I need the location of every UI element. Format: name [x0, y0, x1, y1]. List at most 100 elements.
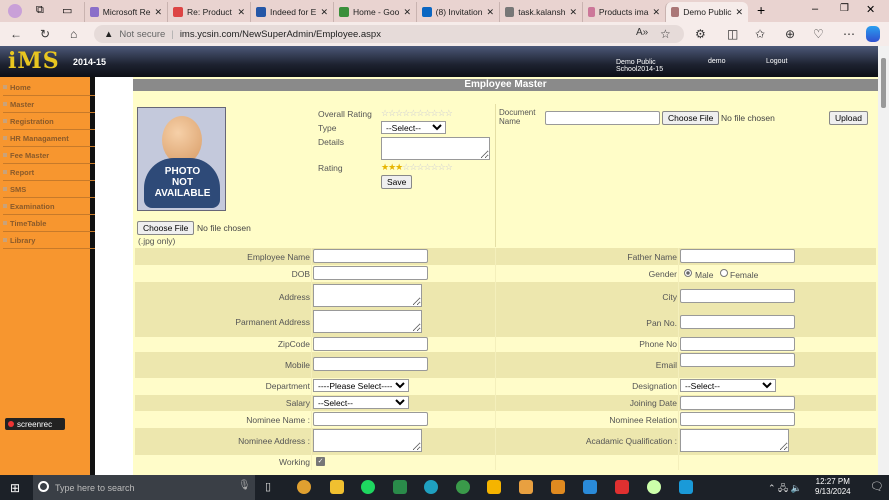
windows-start-icon[interactable]: ⊞ [10, 481, 20, 495]
new-tab-button[interactable]: + [757, 2, 765, 18]
scrollbar-thumb[interactable] [881, 58, 886, 108]
extensions-icon[interactable]: ⚙ [695, 27, 706, 41]
department-select[interactable]: ----Please Select---- [313, 379, 409, 392]
star-empty-icon[interactable]: ☆ [445, 108, 453, 118]
browser-tab[interactable]: task.kalansh ✕ [499, 2, 582, 22]
sidebar-item-report[interactable]: Report [3, 164, 95, 181]
tab-actions-icon[interactable]: ▭ [62, 4, 72, 17]
close-tab-icon[interactable]: ✕ [735, 7, 743, 18]
star-empty-icon[interactable]: ☆ [438, 162, 446, 172]
type-select[interactable]: --Select-- [381, 121, 446, 134]
document-name-input[interactable] [545, 111, 660, 125]
gender-female-radio[interactable] [720, 269, 728, 277]
close-tab-icon[interactable]: ✕ [486, 7, 494, 18]
star-empty-icon[interactable]: ☆ [438, 108, 446, 118]
chrome-profile-icon[interactable] [647, 480, 661, 494]
upload-button[interactable]: Upload [829, 111, 868, 125]
employee-name-input[interactable] [313, 249, 428, 263]
microphone-icon[interactable]: 🎙 [238, 480, 251, 491]
browser-tab[interactable]: Products ima ✕ [582, 2, 665, 22]
performance-icon[interactable]: ♡ [813, 27, 824, 41]
designation-select[interactable]: --Select-- [680, 379, 776, 392]
notifications-icon[interactable]: 🗨 [870, 480, 884, 493]
sticky-app-icon[interactable] [519, 480, 533, 494]
gender-male-radio[interactable] [684, 269, 692, 277]
browser-tab[interactable]: Demo Public ✕ [665, 2, 748, 22]
browser-tab[interactable]: (8) Invitation ✕ [416, 2, 499, 22]
working-checkbox[interactable]: ✓ [316, 457, 325, 466]
close-window-button[interactable]: ✕ [866, 3, 875, 16]
home-icon[interactable]: ⌂ [70, 27, 77, 41]
sidebar-item-timetable[interactable]: TimeTable [3, 215, 95, 232]
sidebar-item-library[interactable]: Library [3, 232, 95, 249]
phone-input[interactable] [680, 337, 795, 351]
screenrec-badge[interactable]: screenrec [5, 418, 65, 430]
skype-icon[interactable] [679, 480, 693, 494]
salary-select[interactable]: --Select-- [313, 396, 409, 409]
app-blue-icon[interactable] [583, 480, 597, 494]
file-explorer-icon[interactable] [330, 480, 344, 494]
nominee-name-input[interactable] [313, 412, 428, 426]
document-choose-file-button[interactable]: Choose File [662, 111, 720, 125]
excel-icon[interactable] [393, 480, 407, 494]
sidebar-item-sms[interactable]: SMS [3, 181, 95, 198]
favorite-star-icon[interactable]: ☆ [660, 27, 671, 41]
read-aloud-icon[interactable]: A» [636, 27, 648, 38]
sidebar-item-examination[interactable]: Examination [3, 198, 95, 215]
url-bar[interactable]: ▲ Not secure | ims.ycsin.com/NewSuperAdm… [94, 25, 684, 43]
profile-icon[interactable] [8, 4, 22, 18]
pan-input[interactable] [680, 315, 795, 329]
medal-app-icon[interactable] [551, 480, 565, 494]
browser-tab[interactable]: Home - Goo ✕ [333, 2, 416, 22]
overall-rating-stars[interactable]: ☆☆☆☆☆☆☆☆☆☆ [381, 108, 453, 119]
close-tab-icon[interactable]: ✕ [652, 7, 660, 18]
ims-logo[interactable]: iMS [8, 48, 60, 74]
favorites-icon[interactable]: ✩ [755, 27, 765, 41]
sidebar-item-home[interactable]: Home [3, 79, 95, 96]
save-button[interactable]: Save [381, 175, 413, 189]
nominee-address-textarea[interactable] [313, 429, 422, 452]
details-textarea[interactable] [381, 137, 490, 160]
minimize-button[interactable]: – [812, 3, 818, 15]
close-tab-icon[interactable]: ✕ [237, 7, 245, 18]
spotify-icon[interactable] [361, 480, 375, 494]
star-empty-icon[interactable]: ☆ [423, 162, 431, 172]
app-icon[interactable] [456, 480, 470, 494]
browser-tab[interactable]: Microsoft Re ✕ [84, 2, 167, 22]
sidebar-item-master[interactable]: Master [3, 96, 95, 113]
anydesk-icon[interactable] [615, 480, 629, 494]
split-screen-icon[interactable]: ◫ [727, 27, 738, 41]
star-empty-icon[interactable]: ☆ [423, 108, 431, 118]
photo-choose-file-button[interactable]: Choose File [137, 221, 195, 235]
system-tray-icons[interactable]: ⌃ 🖧 🔈 [768, 481, 802, 497]
rating-stars[interactable]: ★★★☆☆☆☆☆☆☆ [381, 162, 453, 173]
star-empty-icon[interactable]: ☆ [431, 108, 439, 118]
workspaces-icon[interactable]: ⧉ [36, 4, 44, 17]
close-tab-icon[interactable]: ✕ [320, 7, 328, 18]
email-input[interactable] [680, 353, 795, 367]
parmanent-address-textarea[interactable] [313, 310, 422, 333]
logout-link[interactable]: Logout [766, 58, 787, 65]
back-icon[interactable]: ← [10, 27, 22, 41]
mobile-input[interactable] [313, 357, 428, 371]
nominee-relation-input[interactable] [680, 412, 795, 426]
star-empty-icon[interactable]: ☆ [431, 162, 439, 172]
more-icon[interactable]: ⋯ [843, 27, 855, 41]
sidebar-item-hr-managament[interactable]: HR Managament [3, 130, 95, 147]
clock[interactable]: 12:27 PM 9/13/2024 [815, 477, 851, 497]
taskbar-search[interactable]: Type here to search [33, 475, 255, 500]
refresh-icon[interactable]: ↻ [40, 27, 50, 41]
browser-tab[interactable]: Re: Product ✕ [167, 2, 250, 22]
sidebar-item-registration[interactable]: Registration [3, 113, 95, 130]
joining-date-input[interactable] [680, 396, 795, 410]
close-tab-icon[interactable]: ✕ [154, 7, 162, 18]
city-input[interactable] [680, 289, 795, 303]
sidebar-item-fee-master[interactable]: Fee Master [3, 147, 95, 164]
star-empty-icon[interactable]: ☆ [445, 162, 453, 172]
copilot-icon[interactable] [866, 26, 880, 42]
google-drive-icon[interactable] [487, 480, 501, 494]
task-view-icon[interactable]: ▯ [265, 480, 271, 493]
dob-input[interactable] [313, 266, 428, 280]
qualification-textarea[interactable] [680, 429, 789, 452]
close-tab-icon[interactable]: ✕ [569, 7, 577, 18]
